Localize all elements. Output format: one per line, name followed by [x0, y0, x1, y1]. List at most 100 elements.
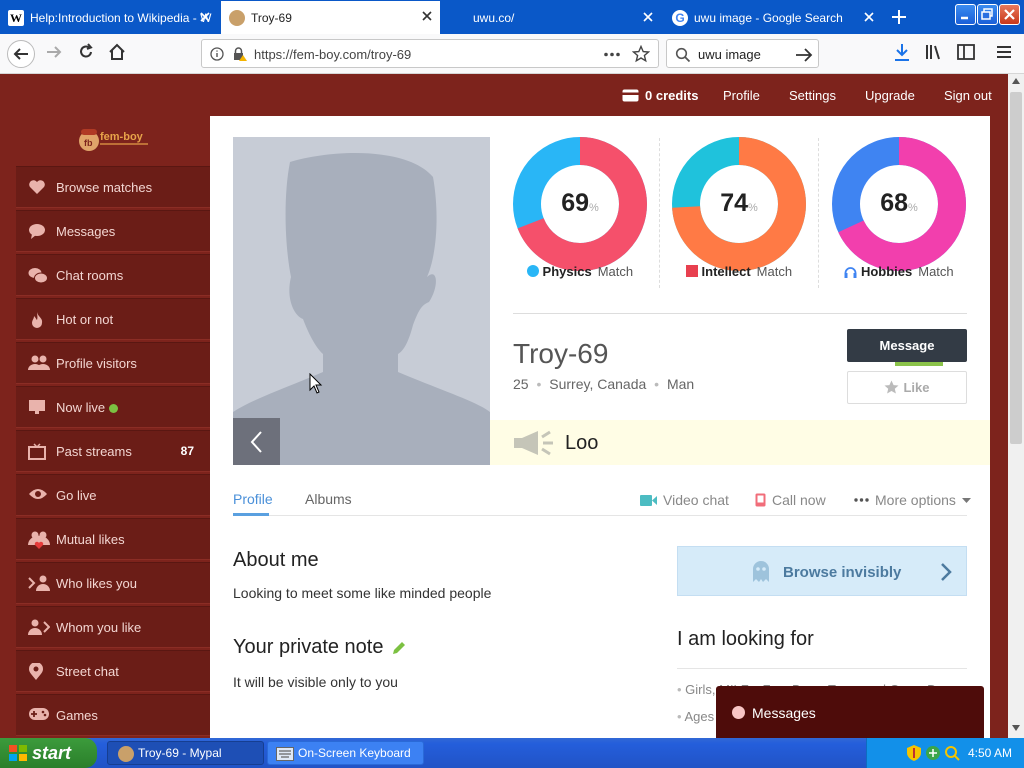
percent-sign: %: [589, 202, 599, 214]
search-tray-icon[interactable]: [944, 745, 960, 761]
search-input[interactable]: uwu image: [698, 47, 761, 62]
sidebar-item-label: Whom you like: [56, 620, 142, 635]
messages-popup[interactable]: Messages: [716, 686, 984, 738]
reload-icon[interactable]: [76, 42, 96, 62]
close-tab-icon[interactable]: [420, 9, 434, 23]
tab-title: Help:Introduction to Wikipedia - W: [30, 10, 212, 25]
tab-albums[interactable]: Albums: [305, 491, 352, 507]
taskbar-item-on-screen-keyboard[interactable]: On-Screen Keyboard: [267, 741, 424, 765]
bullet: •: [677, 682, 686, 697]
tab-divider: [233, 515, 967, 516]
minimize-button[interactable]: [955, 4, 976, 25]
settings-link[interactable]: Settings: [789, 88, 836, 103]
tab-wikipedia[interactable]: W Help:Introduction to Wikipedia - W: [0, 2, 218, 33]
new-tab-icon[interactable]: [890, 8, 908, 26]
sidebar-item-chat-rooms[interactable]: Chat rooms: [16, 254, 210, 296]
bookmark-star-icon[interactable]: [632, 45, 650, 63]
restore-button[interactable]: [977, 4, 998, 25]
intellect-match-label: Intellect Match: [659, 264, 819, 279]
looking-for-item: • Ages: [677, 709, 714, 724]
page-scrollbar[interactable]: [1008, 74, 1024, 738]
tab-profile[interactable]: Profile: [233, 491, 273, 507]
mypal-icon: [118, 746, 134, 762]
scrollbar-thumb[interactable]: [1010, 92, 1022, 444]
previous-photo-button[interactable]: [233, 418, 280, 465]
pencil-icon[interactable]: [391, 640, 407, 656]
sidebar-item-hot-or-not[interactable]: Hot or not: [16, 298, 210, 340]
heart-icon: [29, 180, 45, 194]
hobbies-percent: 68: [880, 189, 909, 217]
private-note-heading: Your private note: [233, 636, 384, 658]
lock-warning-icon[interactable]: [231, 46, 247, 62]
profile-photo-placeholder[interactable]: [233, 137, 490, 465]
past-streams-count: 87: [180, 444, 194, 458]
scroll-down-icon[interactable]: [1012, 725, 1020, 731]
taskbar-item-label: On-Screen Keyboard: [298, 746, 411, 760]
scroll-up-icon[interactable]: [1012, 78, 1020, 84]
network-icon[interactable]: [925, 745, 941, 761]
sidebar-toggle-icon[interactable]: [956, 42, 976, 62]
sidebar-item-games[interactable]: Games: [16, 694, 210, 736]
tab-troy-69[interactable]: Troy-69: [221, 1, 440, 34]
search-icon: [675, 47, 691, 63]
sidebar-item-street-chat[interactable]: Street chat: [16, 650, 210, 692]
sidebar-item-label: Games: [56, 708, 98, 723]
sidebar-item-go-live[interactable]: Go live: [16, 474, 210, 516]
monitor-icon: [29, 400, 45, 414]
home-icon[interactable]: [107, 42, 127, 62]
page-actions-icon[interactable]: [603, 52, 621, 57]
profile-link[interactable]: Profile: [723, 88, 760, 103]
info-icon[interactable]: [210, 47, 224, 61]
security-shield-icon[interactable]: [907, 745, 921, 761]
close-tab-icon[interactable]: [862, 10, 876, 24]
taskbar-item-mypal[interactable]: Troy-69 - Mypal: [107, 741, 264, 765]
like-button[interactable]: Like: [847, 371, 967, 404]
sidebar-item-now-live[interactable]: Now live: [16, 386, 210, 428]
sidebar-item-messages[interactable]: Messages: [16, 210, 210, 252]
call-now-button[interactable]: Call now: [755, 492, 826, 508]
speech-bubble-icon: [29, 224, 45, 239]
close-tab-icon[interactable]: [198, 10, 212, 24]
sign-out-link[interactable]: Sign out: [944, 88, 992, 103]
start-button[interactable]: start: [0, 738, 97, 768]
back-icon[interactable]: [6, 39, 36, 69]
library-icon[interactable]: [924, 42, 944, 62]
sidebar-item-past-streams[interactable]: Past streams 87: [16, 430, 210, 472]
upgrade-link[interactable]: Upgrade: [865, 88, 915, 103]
status-text: Loo: [565, 432, 599, 454]
sidebar-item-whom-you-like[interactable]: Whom you like: [16, 606, 210, 648]
looking-for-ages: Ages: [684, 709, 715, 724]
sidebar-item-who-likes-you[interactable]: Who likes you: [16, 562, 210, 604]
go-arrow-icon[interactable]: [795, 47, 813, 63]
web-page: 0 credits Profile Settings Upgrade Sign …: [0, 74, 1008, 738]
mouse-cursor-icon: [309, 373, 323, 394]
tab-google[interactable]: G uwu image - Google Search: [664, 2, 882, 33]
close-window-button[interactable]: [999, 4, 1020, 25]
sidebar-item-mutual-likes[interactable]: Mutual likes: [16, 518, 210, 560]
divider: [513, 313, 967, 314]
address-bar[interactable]: https://fem-boy.com/troy-69: [201, 39, 659, 68]
call-now-label: Call now: [772, 492, 826, 508]
site-logo[interactable]: fb fem-boy: [78, 126, 152, 154]
intellect-match-value: 74%: [672, 189, 806, 218]
sidebar-item-browse-matches[interactable]: Browse matches: [16, 166, 210, 208]
video-chat-button[interactable]: Video chat: [640, 492, 729, 508]
close-tab-icon[interactable]: [641, 10, 655, 24]
credits-link[interactable]: 0 credits: [622, 88, 698, 103]
forward-icon[interactable]: [44, 42, 64, 62]
match-suffix: Match: [597, 264, 634, 279]
message-button[interactable]: Message: [847, 329, 967, 366]
browse-invisibly-button[interactable]: Browse invisibly: [677, 546, 967, 596]
hamburger-menu-icon[interactable]: [994, 42, 1014, 62]
download-icon[interactable]: [893, 42, 911, 62]
more-options-button[interactable]: More options: [854, 492, 971, 508]
star-icon: [884, 380, 899, 394]
private-note-text: It will be visible only to you: [233, 674, 398, 690]
percent-sign: %: [748, 202, 758, 214]
hobbies-match-value: 68%: [832, 189, 966, 218]
headphones-icon: [844, 267, 857, 278]
search-box[interactable]: uwu image: [666, 39, 819, 68]
sidebar-item-label: Chat rooms: [56, 268, 124, 283]
tab-uwu[interactable]: uwu.co/: [443, 2, 661, 33]
sidebar-item-profile-visitors[interactable]: Profile visitors: [16, 342, 210, 384]
